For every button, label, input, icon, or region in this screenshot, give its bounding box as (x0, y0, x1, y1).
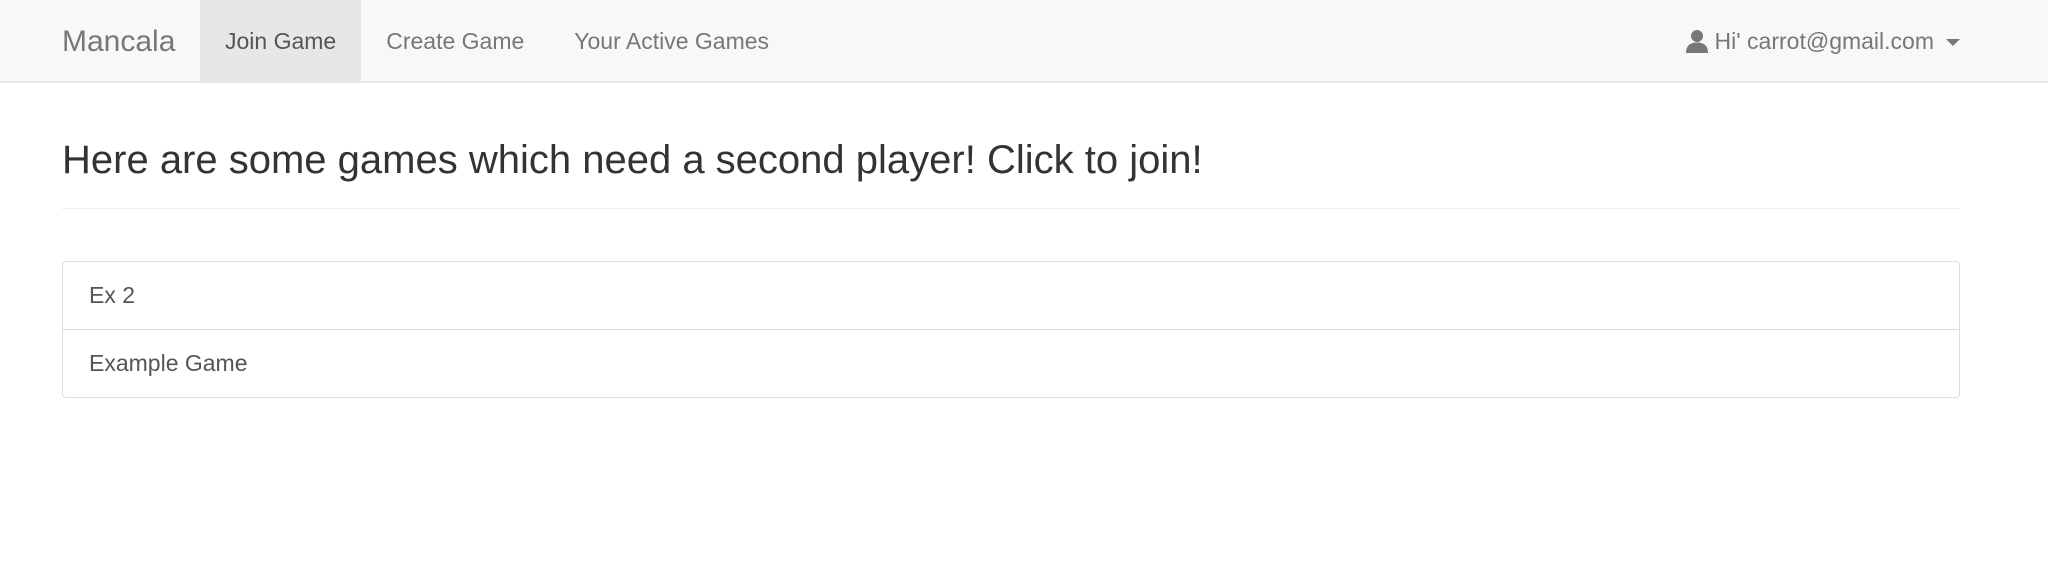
caret-down-icon (1946, 38, 1960, 46)
nav-tab-create-game[interactable]: Create Game (361, 0, 549, 82)
user-greeting: Hi' carrot@gmail.com (1714, 27, 1934, 54)
games-list: Ex 2 Example Game (62, 261, 1960, 398)
nav-tab-your-active-games[interactable]: Your Active Games (549, 0, 794, 82)
user-icon (1685, 29, 1708, 53)
page-title: Here are some games which need a second … (62, 138, 1203, 182)
page-header: Here are some games which need a second … (62, 138, 1960, 209)
user-menu-dropdown[interactable]: Hi' carrot@gmail.com (1685, 0, 1960, 82)
nav-tabs: Join Game Create Game Your Active Games (200, 0, 794, 82)
list-item[interactable]: Example Game (63, 330, 1959, 397)
list-item[interactable]: Ex 2 (63, 262, 1959, 330)
brand-logo-link[interactable]: Mancala (62, 0, 175, 83)
nav-tab-join-game[interactable]: Join Game (200, 0, 362, 82)
top-navbar: Mancala Join Game Create Game Your Activ… (0, 0, 2048, 83)
